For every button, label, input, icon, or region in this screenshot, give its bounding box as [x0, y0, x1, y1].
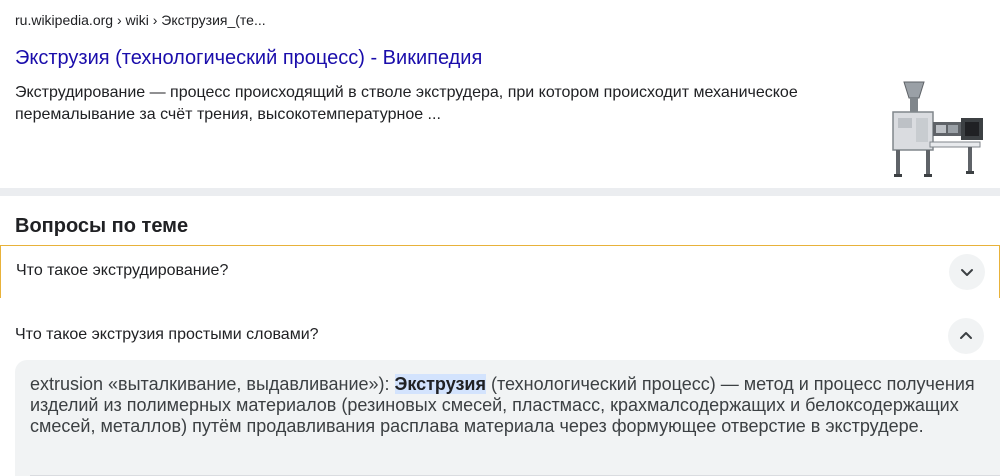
search-result: ru.wikipedia.org › wiki › Экструзия_(те.… [0, 0, 1000, 188]
breadcrumb[interactable]: ru.wikipedia.org › wiki › Экструзия_(те.… [15, 12, 266, 28]
chevron-down-icon[interactable] [949, 254, 985, 290]
paa-question-1[interactable]: Что такое экструдирование? [0, 245, 1000, 299]
paa-question-text: Что такое экструзия простыми словами? [15, 326, 319, 343]
result-title-link[interactable]: Экструзия (технологический процесс) - Ви… [15, 47, 482, 70]
paa-question-2[interactable]: Что такое экструзия простыми словами? ex… [0, 298, 1000, 476]
answer-text-before: extrusion «выталкивание, выдавливание»): [30, 374, 395, 394]
section-separator [0, 188, 1000, 196]
chevron-up-icon[interactable] [948, 318, 984, 354]
answer-text: extrusion «выталкивание, выдавливание»):… [30, 374, 980, 437]
answer-highlight: Экструзия [394, 374, 486, 394]
extruder-machine-image[interactable] [888, 80, 988, 180]
paa-heading: Вопросы по теме [15, 215, 189, 237]
paa-answer: extrusion «выталкивание, выдавливание»):… [15, 360, 1000, 476]
paa-question-text: Что такое экструдирование? [16, 262, 229, 279]
result-snippet: Экструдирование — процесс происходящий в… [15, 84, 798, 123]
